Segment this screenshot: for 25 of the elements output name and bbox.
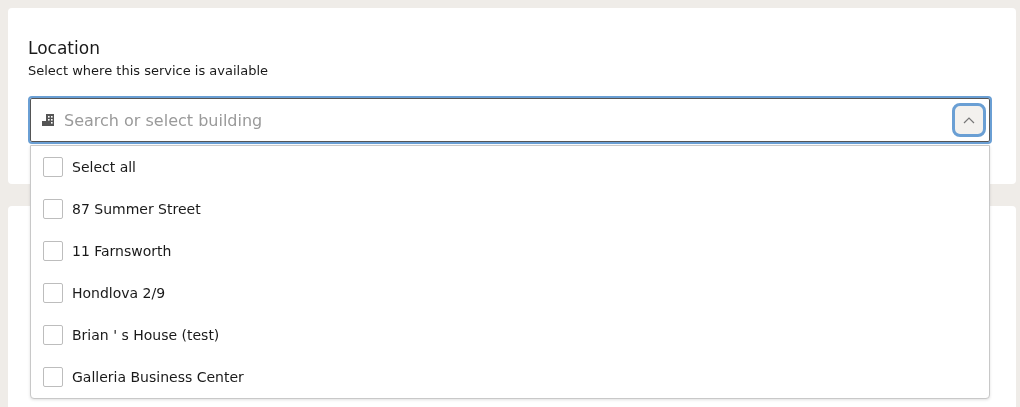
option-label: Brian ' s House (test) (72, 327, 220, 343)
option-label: Select all (72, 159, 136, 175)
building-icon (42, 113, 56, 127)
option-item[interactable]: Select all (31, 146, 989, 188)
search-input[interactable]: Search or select building (64, 110, 944, 130)
option-label: 87 Summer Street (72, 201, 201, 217)
checkbox[interactable] (43, 241, 63, 261)
section-title: Location (28, 37, 101, 60)
option-item[interactable]: Brian ' s House (test) (31, 314, 989, 356)
option-item[interactable]: 11 Farnsworth (31, 230, 989, 272)
option-label: Hondlova 2/9 (72, 285, 166, 301)
checkbox[interactable] (43, 325, 63, 345)
option-label: Galleria Business Center (72, 369, 244, 385)
checkbox[interactable] (43, 157, 63, 177)
section-subtitle: Select where this service is available (28, 62, 270, 80)
option-label: 11 Farnsworth (72, 243, 172, 259)
search-field[interactable]: Search or select building (28, 96, 992, 144)
chevron-up-icon (963, 116, 975, 124)
option-item[interactable]: Galleria Business Center (31, 356, 989, 398)
option-item[interactable]: 87 Summer Street (31, 188, 989, 230)
checkbox[interactable] (43, 283, 63, 303)
option-item[interactable]: Hondlova 2/9 (31, 272, 989, 314)
checkbox[interactable] (43, 367, 63, 387)
collapse-button[interactable] (952, 103, 986, 137)
checkbox[interactable] (43, 199, 63, 219)
